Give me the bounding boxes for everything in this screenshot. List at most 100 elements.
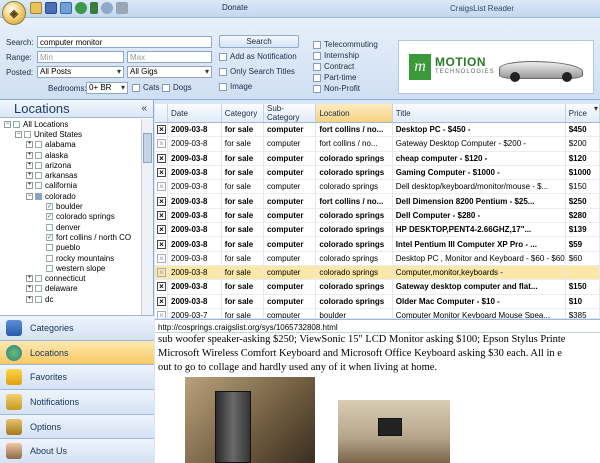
non-profit-checkbox[interactable]: Non-Profit <box>313 84 360 93</box>
tree-node[interactable]: rocky mountains <box>0 253 142 263</box>
column-header-date[interactable]: Date <box>167 104 222 123</box>
delete-row-icon[interactable]: × <box>157 253 166 263</box>
tree-node[interactable]: + alaska <box>0 150 142 160</box>
column-header-sub-category[interactable]: Sub-Category <box>263 104 317 123</box>
expand-icon[interactable]: + <box>26 295 33 303</box>
tools-icon[interactable] <box>116 2 128 14</box>
tree-checkbox[interactable] <box>35 141 42 149</box>
table-row[interactable]: × 2009-03-8 for sale computer colorado sprin… <box>155 236 600 252</box>
tree-checkbox[interactable] <box>35 275 42 283</box>
tree-checkbox[interactable]: ✓ <box>46 233 53 241</box>
scrollbar-thumb[interactable] <box>143 133 152 163</box>
tree-node[interactable]: ✓ fort collins / north CO <box>0 232 142 242</box>
delete-row-icon[interactable]: × <box>157 139 166 149</box>
listing-url[interactable]: http://cosprings.craigslist.org/sys/1065… <box>155 319 600 333</box>
table-row[interactable]: × 2009-03-8 for sale computer fort collins /… <box>155 193 600 209</box>
search-icon[interactable] <box>101 2 113 14</box>
delete-row-icon[interactable]: × <box>157 168 166 178</box>
bedrooms-select[interactable]: 0+ BR <box>86 82 128 94</box>
tree-node[interactable]: western slope <box>0 263 142 273</box>
expand-icon[interactable]: + <box>26 161 33 169</box>
search-button[interactable]: Search <box>219 35 299 48</box>
tree-checkbox[interactable] <box>35 161 42 169</box>
table-row[interactable]: × 2009-03-8 for sale computer colorado sprin… <box>155 222 600 238</box>
tree-checkbox[interactable] <box>35 192 42 200</box>
globe-icon[interactable] <box>75 2 87 14</box>
table-row[interactable]: × 2009-03-8 for sale computer colorado sprin… <box>155 179 600 195</box>
delete-row-icon[interactable]: × <box>157 182 166 192</box>
tree-checkbox[interactable] <box>35 285 42 293</box>
contract-checkbox[interactable]: Contract <box>313 62 354 71</box>
nav-options[interactable]: Options <box>0 413 154 439</box>
nav-locations[interactable]: Locations <box>0 339 154 365</box>
collapse-icon[interactable]: − <box>4 120 11 128</box>
tree-checkbox[interactable]: ✓ <box>46 213 53 221</box>
tree-checkbox[interactable] <box>46 264 53 272</box>
tree-node[interactable]: ✓ colorado springs <box>0 212 142 222</box>
posted-select[interactable]: All Posts <box>37 66 124 78</box>
add-notification-checkbox[interactable]: Add as Notification <box>219 52 297 61</box>
table-row[interactable]: × 2009-03-8 for sale computer colorado sprin… <box>155 294 600 309</box>
delete-row-icon[interactable]: × <box>157 225 166 235</box>
dogs-checkbox[interactable]: Dogs <box>162 83 192 92</box>
tree-node[interactable]: pueblo <box>0 243 142 253</box>
tree-node[interactable]: ✓ boulder <box>0 201 142 211</box>
gigs-select[interactable]: All Gigs <box>127 66 212 78</box>
tree-checkbox[interactable] <box>35 151 42 159</box>
delete-row-icon[interactable]: × <box>157 282 166 292</box>
expand-icon[interactable]: + <box>26 151 33 159</box>
donate-button[interactable]: Donate <box>222 3 248 12</box>
table-row[interactable]: × 2009-03-7 for sale computer boulder Compute… <box>155 308 600 318</box>
table-row[interactable]: × 2009-03-8 for sale computer colorado sprin… <box>155 251 600 266</box>
tree-node[interactable]: + arkansas <box>0 170 142 180</box>
telecommuting-checkbox[interactable]: Telecommuting <box>313 40 378 49</box>
tree-node[interactable]: denver <box>0 222 142 232</box>
nav-categories[interactable]: Categories <box>0 315 154 340</box>
only-search-titles-checkbox[interactable]: Only Search Titles <box>219 67 295 76</box>
select-column-header[interactable] <box>155 104 168 123</box>
table-row[interactable]: × 2009-03-8 for sale computer colorado sprin… <box>155 265 600 281</box>
expand-icon[interactable]: + <box>26 172 33 180</box>
table-row[interactable]: × 2009-03-8 for sale computer colorado sprin… <box>155 165 600 181</box>
delete-row-icon[interactable]: × <box>157 296 166 306</box>
tree-checkbox[interactable] <box>46 244 53 252</box>
expand-icon[interactable]: + <box>26 182 33 190</box>
delete-row-icon[interactable]: × <box>157 153 166 163</box>
tree-checkbox[interactable] <box>35 295 42 303</box>
expand-icon[interactable]: + <box>26 285 33 293</box>
image-checkbox[interactable]: Image <box>219 82 252 91</box>
delete-row-icon[interactable]: × <box>157 196 166 206</box>
nav-notifications[interactable]: Notifications <box>0 389 154 414</box>
tree-checkbox[interactable] <box>46 254 53 262</box>
collapse-pane-icon[interactable]: « <box>141 100 147 118</box>
tree-checkbox[interactable] <box>35 182 42 190</box>
tree-node[interactable]: + delaware <box>0 284 142 294</box>
part-time-checkbox[interactable]: Part-time <box>313 73 356 82</box>
advertisement-banner[interactable]: m MOTION TECHNOLOGIES <box>398 40 594 94</box>
table-row[interactable]: × 2009-03-8 for sale computer colorado sprin… <box>155 151 600 166</box>
delete-row-icon[interactable]: × <box>157 125 166 135</box>
map-pin-icon[interactable] <box>90 2 98 14</box>
table-row[interactable]: × 2009-03-8 for sale computer fort collins /… <box>155 122 600 138</box>
delete-row-icon[interactable]: × <box>157 210 166 220</box>
tree-node[interactable]: + alabama <box>0 140 142 150</box>
expand-icon[interactable]: + <box>26 141 33 149</box>
tree-node[interactable]: − colorado <box>0 191 142 201</box>
tree-node[interactable]: − All Locations <box>0 119 142 129</box>
app-menu-button[interactable]: ◈ <box>2 1 26 25</box>
tree-checkbox[interactable] <box>13 120 20 128</box>
tree-checkbox[interactable] <box>46 223 53 231</box>
collapse-icon[interactable]: − <box>15 130 22 138</box>
open-folder-icon[interactable] <box>30 2 42 14</box>
tree-node[interactable]: + dc <box>0 294 142 304</box>
collapse-icon[interactable]: − <box>26 192 33 200</box>
search-input[interactable] <box>37 36 212 48</box>
delete-row-icon[interactable]: × <box>157 268 166 278</box>
tree-checkbox[interactable]: ✓ <box>46 203 53 211</box>
tree-node[interactable]: + california <box>0 181 142 191</box>
tree-scrollbar[interactable] <box>141 119 153 315</box>
column-header-location[interactable]: Location <box>315 104 393 123</box>
save-icon[interactable] <box>45 2 57 14</box>
internship-checkbox[interactable]: Internship <box>313 51 359 60</box>
tree-checkbox[interactable] <box>35 172 42 180</box>
